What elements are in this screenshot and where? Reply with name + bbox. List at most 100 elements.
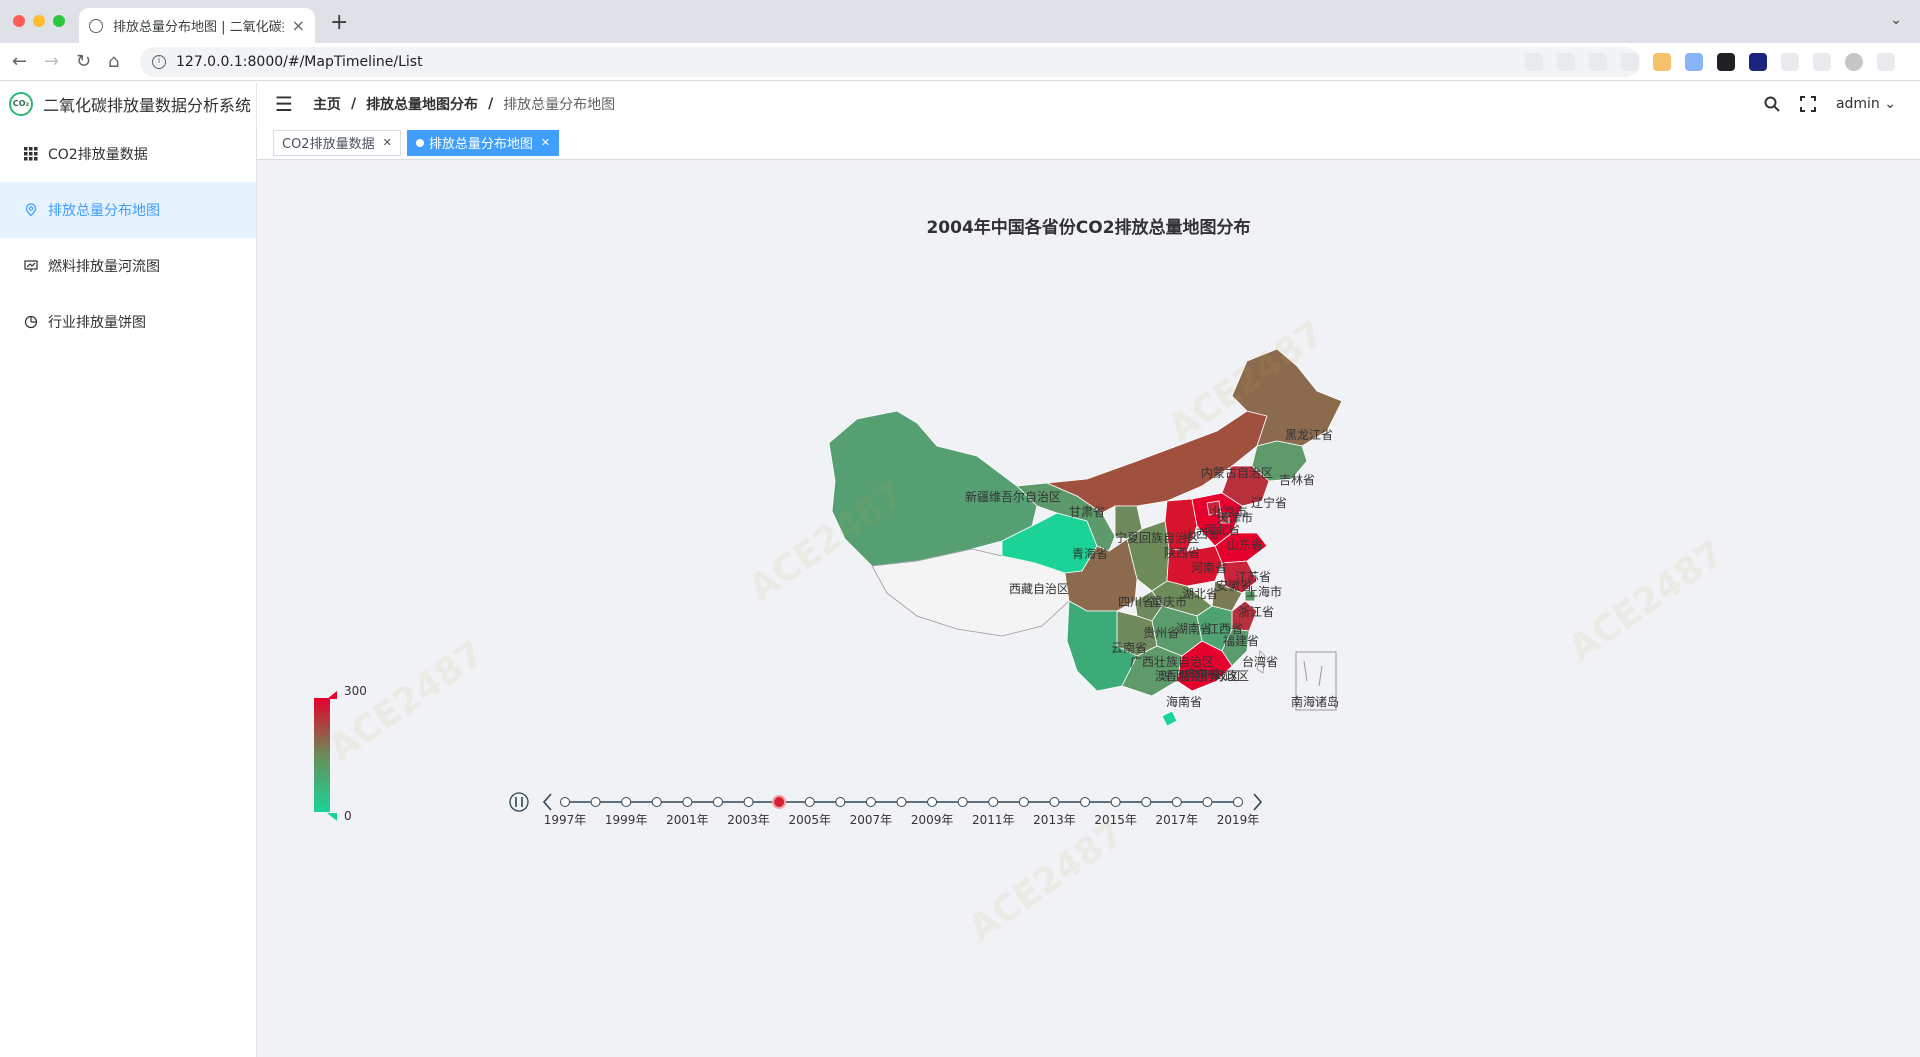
map-label: 海南省 [1166, 694, 1202, 709]
grid-icon [24, 147, 38, 161]
timeline-point[interactable] [621, 797, 632, 807]
timeline-point[interactable] [1049, 797, 1060, 807]
timeline-point[interactable] [1171, 797, 1182, 807]
hamburger-icon[interactable]: ☰ [275, 92, 293, 116]
star-icon[interactable] [1621, 53, 1639, 71]
close-window-button[interactable] [13, 15, 25, 27]
minimize-window-button[interactable] [33, 15, 45, 27]
tag-label: 排放总量分布地图 [428, 137, 533, 152]
header-actions: admin ⌄ [1764, 82, 1896, 126]
close-icon[interactable]: × [292, 16, 305, 35]
map-label: 内蒙古自治区 [1201, 465, 1273, 480]
home-icon[interactable]: ⌂ [108, 51, 119, 72]
timeline-label: 2013年 [1033, 813, 1076, 827]
timeline-point[interactable] [772, 795, 787, 809]
timeline-point[interactable] [590, 797, 601, 807]
timeline-label: 2005年 [788, 813, 831, 827]
visual-map-max-label: 300 [344, 684, 367, 698]
tags-view: CO2排放量数据 ✕ 排放总量分布地图 ✕ [257, 126, 1920, 160]
browser-tab-title: 排放总量分布地图 | 二氧化碳排放 [113, 20, 284, 35]
province-hainan[interactable] [1161, 710, 1178, 727]
visual-map-min-handle[interactable] [327, 813, 337, 821]
visual-map-legend[interactable]: 300 0 [314, 684, 367, 823]
new-tab-button[interactable]: + [330, 10, 348, 35]
timeline-point[interactable] [560, 797, 570, 807]
more-icon[interactable] [1877, 53, 1895, 71]
close-icon[interactable]: ✕ [383, 136, 392, 149]
timeline-point[interactable] [1141, 797, 1152, 807]
visual-map-min-label: 0 [344, 809, 352, 823]
browser-tab[interactable]: 排放总量分布地图 | 二氧化碳排放 × [79, 8, 315, 43]
visual-map-max-handle[interactable] [327, 691, 337, 699]
app-title: 二氧化碳排放量数据分析系统 [43, 96, 252, 115]
breadcrumb-home[interactable]: 主页 [313, 94, 341, 114]
timeline-point[interactable] [957, 797, 968, 807]
search-icon[interactable] [1764, 96, 1780, 112]
timeline-point[interactable] [712, 797, 723, 807]
chevron-down-icon[interactable]: ⌄ [1890, 12, 1902, 28]
timeline-point[interactable] [651, 797, 662, 807]
sidebar-item-industry-pie[interactable]: 行业排放量饼图 [0, 294, 256, 350]
sidebar-item-emission-map[interactable]: 排放总量分布地图 [0, 182, 256, 238]
breadcrumb: 主页 / 排放总量地图分布 / 排放总量分布地图 [312, 94, 616, 114]
timeline-point[interactable] [896, 797, 907, 807]
breadcrumb-section[interactable]: 排放总量地图分布 [366, 94, 478, 114]
timeline-point[interactable] [1110, 797, 1121, 807]
info-icon[interactable]: i [152, 55, 166, 69]
tag-label: CO2排放量数据 [282, 137, 375, 152]
close-icon[interactable]: ✕ [541, 136, 550, 149]
timeline-label: 1999年 [605, 813, 648, 827]
map-label: 辽宁省 [1251, 495, 1287, 510]
timeline-point[interactable] [743, 797, 754, 807]
timeline-prev-button[interactable] [542, 793, 552, 811]
timeline-point[interactable] [865, 797, 876, 807]
fullscreen-icon[interactable] [1799, 96, 1816, 112]
timeline-point[interactable] [1080, 797, 1091, 807]
share-icon[interactable] [1589, 53, 1607, 71]
map-label: 四川省 [1118, 595, 1154, 609]
extension-icon[interactable] [1653, 53, 1671, 71]
timeline-point[interactable] [1018, 797, 1029, 807]
chevron-down-icon: ⌄ [1884, 96, 1896, 112]
forward-icon[interactable]: → [44, 51, 59, 72]
timeline-point[interactable] [1233, 797, 1243, 807]
back-icon[interactable]: ← [12, 51, 27, 72]
co2-logo-icon: CO₂ [9, 92, 33, 116]
timeline-point[interactable] [988, 797, 999, 807]
tag-emission-map[interactable]: 排放总量分布地图 ✕ [406, 129, 560, 156]
timeline-point[interactable] [927, 797, 938, 807]
china-map-chart: 黑龙江省 吉林省 辽宁省 内蒙古自治区 新疆维吾尔自治区 甘肃省 宁夏回族自治区… [314, 348, 1343, 827]
timeline-point[interactable] [1202, 797, 1213, 807]
sidepanel-icon[interactable] [1813, 53, 1831, 71]
sidebar: CO₂ 二氧化碳排放量数据分析系统 CO2排放量数据 排放总量分布地图 燃料排放… [0, 82, 257, 1057]
timeline-label: 2017年 [1156, 813, 1199, 827]
address-bar[interactable]: i 127.0.0.1:8000/#/MapTimeline/List [140, 47, 1640, 77]
chart-icon [24, 260, 38, 272]
user-menu[interactable]: admin ⌄ [1836, 96, 1896, 112]
sidebar-item-co2-data[interactable]: CO2排放量数据 [0, 126, 256, 182]
tag-co2-data[interactable]: CO2排放量数据 ✕ [273, 129, 401, 156]
map-label: 黑龙江省 [1285, 428, 1333, 442]
map-label: 上海市 [1246, 584, 1282, 599]
extension-icon[interactable] [1717, 53, 1735, 71]
map-label: 西藏自治区 [1009, 582, 1069, 596]
translate-icon[interactable] [1557, 53, 1575, 71]
profile-icon[interactable] [1845, 53, 1863, 71]
timeline-point[interactable] [804, 797, 815, 807]
active-dot-icon [415, 138, 424, 147]
extension-icon[interactable] [1749, 53, 1767, 71]
sidebar-item-label: CO2排放量数据 [48, 147, 148, 163]
app-header: ☰ 主页 / 排放总量地图分布 / 排放总量分布地图 admin ⌄ [257, 82, 1920, 126]
extension-icon[interactable] [1685, 53, 1703, 71]
maximize-window-button[interactable] [53, 15, 65, 27]
browser-tabstrip: 排放总量分布地图 | 二氧化碳排放 × + ⌄ [0, 0, 1920, 43]
user-name: admin [1835, 96, 1880, 112]
timeline-next-button[interactable] [1253, 793, 1263, 811]
play-pause-button[interactable] [509, 792, 529, 812]
key-icon[interactable] [1525, 53, 1543, 71]
puzzle-icon[interactable] [1781, 53, 1799, 71]
timeline-point[interactable] [835, 797, 846, 807]
sidebar-item-fuel-river[interactable]: 燃料排放量河流图 [0, 238, 256, 294]
timeline-point[interactable] [682, 797, 693, 807]
reload-icon[interactable]: ↻ [76, 51, 91, 72]
